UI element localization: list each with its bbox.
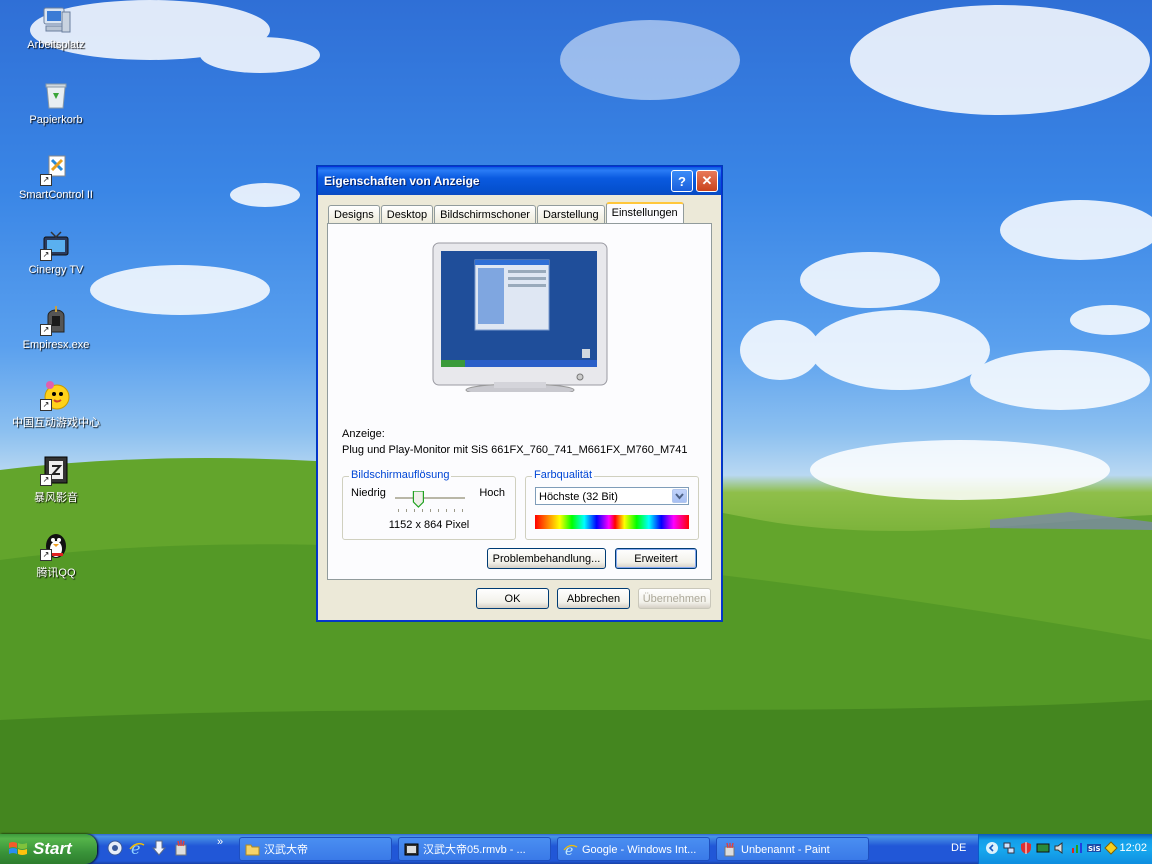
close-button[interactable]: ✕ <box>696 170 718 192</box>
taskbar-button-video[interactable]: 汉武大帝05.rmvb - ... <box>398 837 551 861</box>
sis-driver-icon[interactable]: SiS <box>1087 841 1101 855</box>
paint-icon[interactable] <box>172 839 190 857</box>
volume-icon[interactable] <box>1053 841 1067 855</box>
chick-icon: ↗ <box>40 379 72 411</box>
troubleshoot-button[interactable]: Problembehandlung... <box>487 548 606 569</box>
desktop-icon-empiresx[interactable]: ↗ Empiresx.exe <box>8 304 104 351</box>
media-player-icon[interactable] <box>106 839 124 857</box>
smartcontrol-icon: ↗ <box>40 154 72 186</box>
desktop-icon-label: 暴风影音 <box>34 492 78 504</box>
tray-icons: SiS <box>985 841 1118 855</box>
taskbar-button-label: 汉武大帝 <box>264 844 308 856</box>
display-label: Anzeige: <box>342 428 385 440</box>
apply-button[interactable]: Übernehmen <box>638 588 711 609</box>
tray-expand-icon[interactable] <box>985 841 999 855</box>
desktop-icon-label: Cinergy TV <box>28 264 84 276</box>
svg-text:e: e <box>131 839 140 857</box>
resolution-high-label: Hoch <box>479 487 505 499</box>
resolution-value: 1152 x 864 Pixel <box>388 519 470 531</box>
recycle-bin-icon <box>40 79 72 111</box>
color-spectrum-bar <box>535 515 689 529</box>
tab-settings[interactable]: Einstellungen <box>605 202 684 225</box>
quick-launch-more-icon[interactable]: » <box>217 836 223 848</box>
internet-explorer-icon[interactable]: e <box>128 839 146 857</box>
shortcut-arrow-icon: ↗ <box>40 549 52 561</box>
svg-text:SiS: SiS <box>1088 845 1100 853</box>
resolution-group: Bildschirmauflösung Niedrig Hoch 1152 x … <box>342 469 516 540</box>
language-indicator[interactable]: DE <box>951 842 966 854</box>
shortcut-arrow-icon: ↗ <box>40 174 52 186</box>
internet-explorer-icon: e <box>563 843 578 857</box>
dialog-title: Eigenschaften von Anzeige <box>324 174 480 188</box>
video-player-icon <box>404 843 419 856</box>
tv-icon: ↗ <box>40 229 72 261</box>
desktop-icon-label: Empiresx.exe <box>22 339 90 351</box>
penguin-icon: ↗ <box>40 529 72 561</box>
tab-appearance[interactable]: Darstellung <box>536 205 605 224</box>
shortcut-arrow-icon: ↗ <box>40 474 52 486</box>
film-icon: ↗ <box>40 454 72 486</box>
advanced-button[interactable]: Erweitert <box>615 548 697 569</box>
tab-designs[interactable]: Designs <box>328 205 380 224</box>
shortcut-arrow-icon: ↗ <box>40 399 52 411</box>
display-properties-dialog: Eigenschaften von Anzeige ? ✕ Designs De… <box>317 166 722 621</box>
desktop-icon-my-computer[interactable]: Arbeitsplatz <box>8 4 104 51</box>
start-label: Start <box>33 839 72 858</box>
shortcut-arrow-icon: ↗ <box>40 249 52 261</box>
chevron-down-icon[interactable] <box>672 489 687 503</box>
download-icon[interactable] <box>150 839 168 857</box>
hotkey-diamond-icon[interactable] <box>1104 841 1118 855</box>
tab-screensaver[interactable]: Bildschirmschoner <box>434 205 536 224</box>
desktop-icon-recycle-bin[interactable]: Papierkorb <box>8 79 104 126</box>
display-device-name: Plug und Play-Monitor mit SiS 661FX_760_… <box>342 444 688 456</box>
dialog-titlebar[interactable]: Eigenschaften von Anzeige ? ✕ <box>318 167 721 195</box>
taskbar-button-label: Google - Windows Int... <box>582 844 697 856</box>
taskbar-button-label: Unbenannt - Paint <box>741 844 830 856</box>
resolution-group-title: Bildschirmauflösung <box>349 469 452 481</box>
slider-thumb[interactable] <box>412 491 424 508</box>
ok-button[interactable]: OK <box>476 588 549 609</box>
color-quality-value: Höchste (32 Bit) <box>539 491 618 503</box>
resolution-slider[interactable] <box>395 491 465 513</box>
desktop-icon-label: Arbeitsplatz <box>27 39 85 51</box>
taskbar: Start e » 汉武大帝 汉武大帝05.rmvb - ... e Googl… <box>0 834 1152 864</box>
dialog-tabs: Designs Desktop Bildschirmschoner Darste… <box>328 202 685 225</box>
monitor-preview <box>432 242 608 392</box>
settings-panel: Anzeige: Plug und Play-Monitor mit SiS 6… <box>327 223 712 580</box>
taskbar-button-label: 汉武大帝05.rmvb - ... <box>423 844 526 856</box>
quick-launch: e <box>106 839 190 859</box>
taskbar-button-browser[interactable]: e Google - Windows Int... <box>557 837 710 861</box>
chart-tool-icon[interactable] <box>1070 841 1084 855</box>
help-button[interactable]: ? <box>671 170 693 192</box>
desktop-icon-label: 腾讯QQ <box>36 567 76 579</box>
network-icon[interactable] <box>1002 841 1016 855</box>
color-quality-group: Farbqualität Höchste (32 Bit) <box>525 469 699 540</box>
color-quality-select[interactable]: Höchste (32 Bit) <box>535 487 689 505</box>
clock[interactable]: 12:02 <box>1119 842 1147 854</box>
desktop-icon-cinergy-tv[interactable]: ↗ Cinergy TV <box>8 229 104 276</box>
security-shield-icon[interactable] <box>1019 841 1033 855</box>
computer-icon <box>40 4 72 36</box>
cancel-button[interactable]: Abbrechen <box>557 588 630 609</box>
windows-logo-icon <box>9 842 27 855</box>
paint-icon <box>724 842 735 857</box>
system-tray: SiS 12:02 <box>978 834 1152 864</box>
taskbar-button-folder[interactable]: 汉武大帝 <box>239 837 392 861</box>
display-driver-icon[interactable] <box>1036 841 1050 855</box>
desktop-icon-game-center[interactable]: ↗ 中国互动游戏中心 <box>8 379 104 430</box>
desktop-icon-label: Papierkorb <box>29 114 83 126</box>
shortcut-arrow-icon: ↗ <box>40 324 52 336</box>
resolution-low-label: Niedrig <box>351 487 386 499</box>
color-quality-group-title: Farbqualität <box>532 469 595 481</box>
desktop-icon-storm-player[interactable]: ↗ 暴风影音 <box>8 454 104 505</box>
tab-desktop[interactable]: Desktop <box>380 205 434 224</box>
desktop-icon-label: SmartControl II <box>19 189 93 201</box>
taskbar-button-paint[interactable]: Unbenannt - Paint <box>716 837 869 861</box>
helmet-icon: ↗ <box>40 304 72 336</box>
desktop-icon-qq[interactable]: ↗ 腾讯QQ <box>8 529 104 580</box>
start-button[interactable]: Start <box>0 834 97 864</box>
desktop-icon-smartcontrol[interactable]: ↗ SmartControl II <box>8 154 104 201</box>
folder-icon <box>245 844 260 856</box>
desktop-icon-label: 中国互动游戏中心 <box>12 417 100 429</box>
